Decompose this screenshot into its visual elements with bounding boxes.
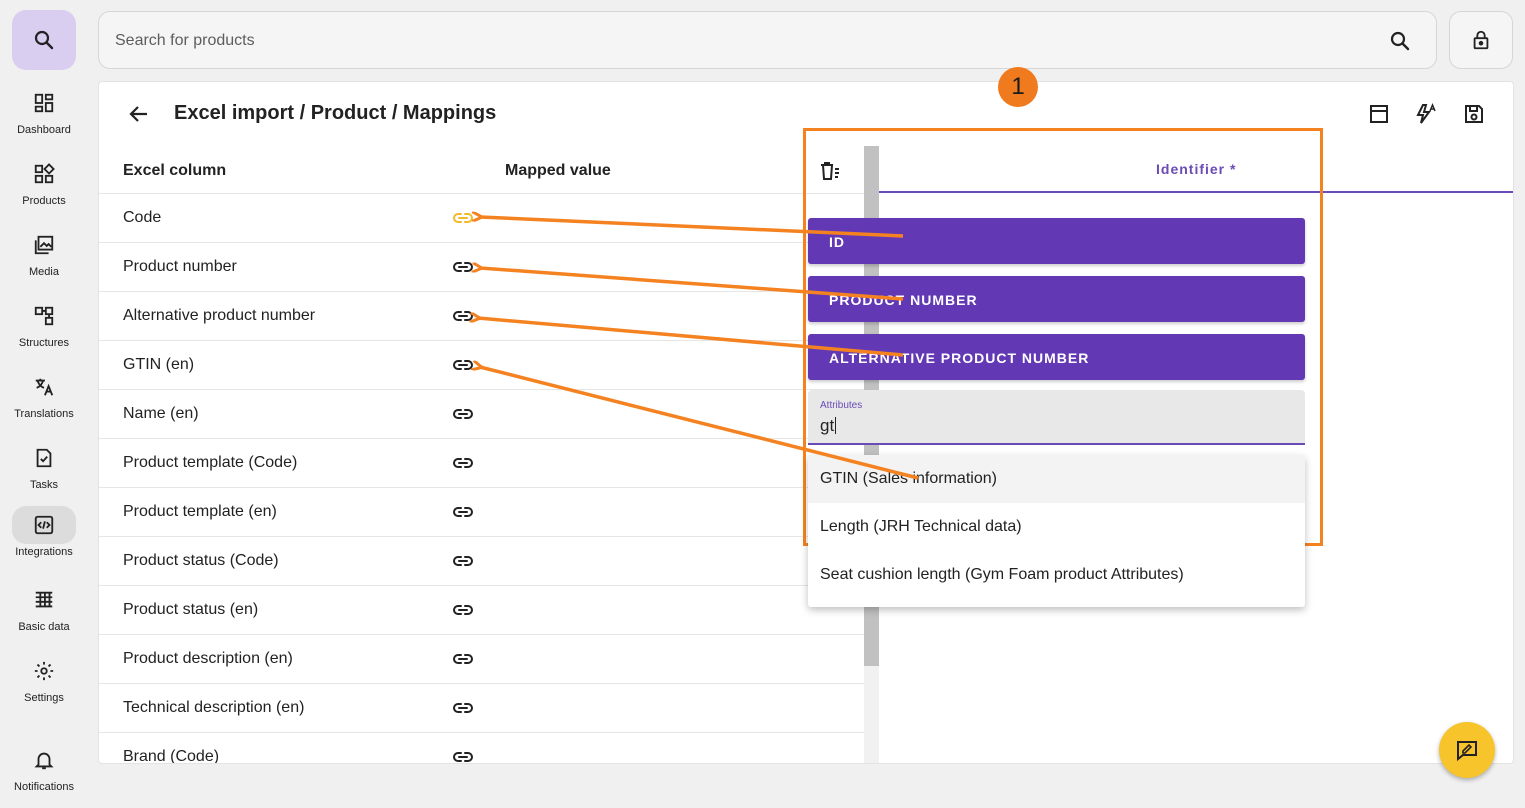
sidebar-item-label: Basic data — [18, 621, 70, 633]
table-row: Product description (en) — [99, 635, 864, 684]
link-icon[interactable] — [451, 549, 475, 573]
dashboard-icon — [34, 93, 54, 113]
table-header: Excel column Mapped value — [99, 146, 864, 194]
step-badge: 1 — [998, 67, 1038, 107]
auto-translate-icon[interactable] — [1414, 102, 1438, 126]
table-row: GTIN (en) — [99, 341, 864, 390]
sidebar-search-button[interactable] — [12, 10, 76, 70]
attributes-field-label: Attributes — [820, 400, 863, 411]
excel-column-name: Product status (Code) — [123, 552, 279, 569]
sidebar-item-label: Products — [22, 195, 66, 207]
excel-column-name: Code — [123, 209, 162, 226]
link-icon[interactable] — [451, 598, 475, 622]
dropdown-option[interactable]: Length (JRH Technical data) — [808, 503, 1305, 551]
sidebar-item-dashboard[interactable]: Dashboard — [0, 84, 88, 150]
table-row: Product template (Code) — [99, 439, 864, 488]
back-arrow-icon[interactable] — [127, 102, 151, 126]
sidebar-item-notifications[interactable]: Notifications — [0, 741, 88, 807]
excel-column-name: Alternative product number — [123, 307, 316, 324]
bell-icon — [34, 752, 54, 770]
excel-column-name: Product template (en) — [123, 503, 277, 520]
sidebar-item-label: Translations — [14, 408, 74, 420]
attributes-dropdown: GTIN (Sales information) Length (JRH Tec… — [808, 455, 1305, 607]
sidebar-item-media[interactable]: Media — [0, 226, 88, 292]
link-icon[interactable] — [451, 255, 475, 279]
sidebar-item-integrations[interactable]: Integrations — [0, 506, 88, 572]
identifier-button-product-number[interactable]: PRODUCT NUMBER — [808, 276, 1305, 322]
feedback-fab-button[interactable] — [1439, 722, 1495, 778]
integrations-icon — [34, 515, 54, 535]
excel-column-name: Technical description (en) — [123, 699, 305, 716]
panel-toggle-icon[interactable] — [1367, 102, 1391, 126]
sidebar-item-label: Notifications — [14, 781, 74, 793]
link-icon[interactable] — [451, 206, 475, 230]
excel-column-name: Brand (Code) — [123, 748, 220, 764]
dropdown-option[interactable]: Seat cushion length (Gym Foam product At… — [808, 551, 1305, 599]
settings-icon — [34, 661, 54, 681]
table-row: Product template (en) — [99, 488, 864, 537]
table-row: Brand (Code) — [99, 733, 864, 764]
sidebar-item-label: Structures — [18, 337, 70, 349]
lock-icon — [1473, 30, 1489, 50]
save-icon[interactable] — [1462, 102, 1486, 126]
excel-column-name: Product status (en) — [123, 601, 259, 618]
excel-column-name: GTIN (en) — [123, 356, 195, 373]
excel-column-name: Name (en) — [123, 405, 199, 422]
attributes-field[interactable]: Attributes gt — [808, 390, 1305, 445]
link-icon[interactable] — [451, 500, 475, 524]
column-header-excel: Excel column — [123, 162, 227, 179]
sidebar-item-translations[interactable]: Translations — [0, 368, 88, 434]
structures-icon — [34, 306, 54, 326]
sidebar-item-structures[interactable]: Structures — [0, 297, 88, 363]
link-icon[interactable] — [451, 745, 475, 764]
link-icon[interactable] — [451, 696, 475, 720]
sidebar-item-products[interactable]: Products — [0, 155, 88, 221]
sidebar-item-label: Dashboard — [17, 124, 71, 136]
link-icon[interactable] — [451, 402, 475, 426]
sidebar-item-label: Integrations — [15, 546, 73, 558]
excel-column-name: Product description (en) — [123, 650, 293, 667]
page-title: Excel import / Product / Mappings — [174, 102, 497, 124]
media-icon — [34, 235, 54, 255]
excel-column-name: Product number — [123, 258, 237, 275]
sidebar-item-tasks[interactable]: Tasks — [0, 439, 88, 505]
sidebar-item-label: Tasks — [29, 479, 59, 491]
sidebar-item-settings[interactable]: Settings — [0, 652, 88, 718]
identifier-button-alternative-product-number[interactable]: ALTERNATIVE PRODUCT NUMBER — [808, 334, 1305, 380]
identifier-button-id[interactable]: ID — [808, 218, 1305, 264]
tasks-icon — [36, 448, 52, 468]
table-row: Code — [99, 194, 864, 243]
mapping-rows: Code Product number Alternative product nu… — [99, 194, 864, 764]
sidebar-item-label: Media — [29, 266, 59, 278]
dropdown-option[interactable]: GTIN (Sales information) — [808, 455, 1305, 503]
link-icon[interactable] — [451, 647, 475, 671]
attributes-input[interactable]: gt — [820, 416, 836, 436]
lock-button[interactable] — [1449, 11, 1513, 69]
feedback-icon — [1457, 741, 1477, 762]
table-row: Technical description (en) — [99, 684, 864, 733]
products-icon — [34, 163, 55, 184]
column-header-mapped: Mapped value — [505, 162, 611, 179]
table-row: Product status (Code) — [99, 537, 864, 586]
sidebar-item-basic-data[interactable]: Basic data — [0, 581, 88, 647]
translate-icon — [35, 378, 54, 396]
link-icon[interactable] — [451, 451, 475, 475]
table-row: Alternative product number — [99, 292, 864, 341]
search-icon — [34, 30, 54, 50]
link-icon[interactable] — [451, 353, 475, 377]
product-search-bar — [98, 11, 1437, 69]
sidebar: Dashboard Products Media Structures Tran… — [0, 0, 88, 808]
link-icon[interactable] — [451, 304, 475, 328]
table-row: Name (en) — [99, 390, 864, 439]
basic-data-icon — [35, 591, 53, 608]
table-row: Product number — [99, 243, 864, 292]
table-row: Product status (en) — [99, 586, 864, 635]
sidebar-item-label: Settings — [24, 692, 64, 704]
search-input[interactable] — [115, 29, 1315, 53]
excel-column-name: Product template (Code) — [123, 454, 298, 471]
search-icon[interactable] — [1388, 29, 1412, 53]
